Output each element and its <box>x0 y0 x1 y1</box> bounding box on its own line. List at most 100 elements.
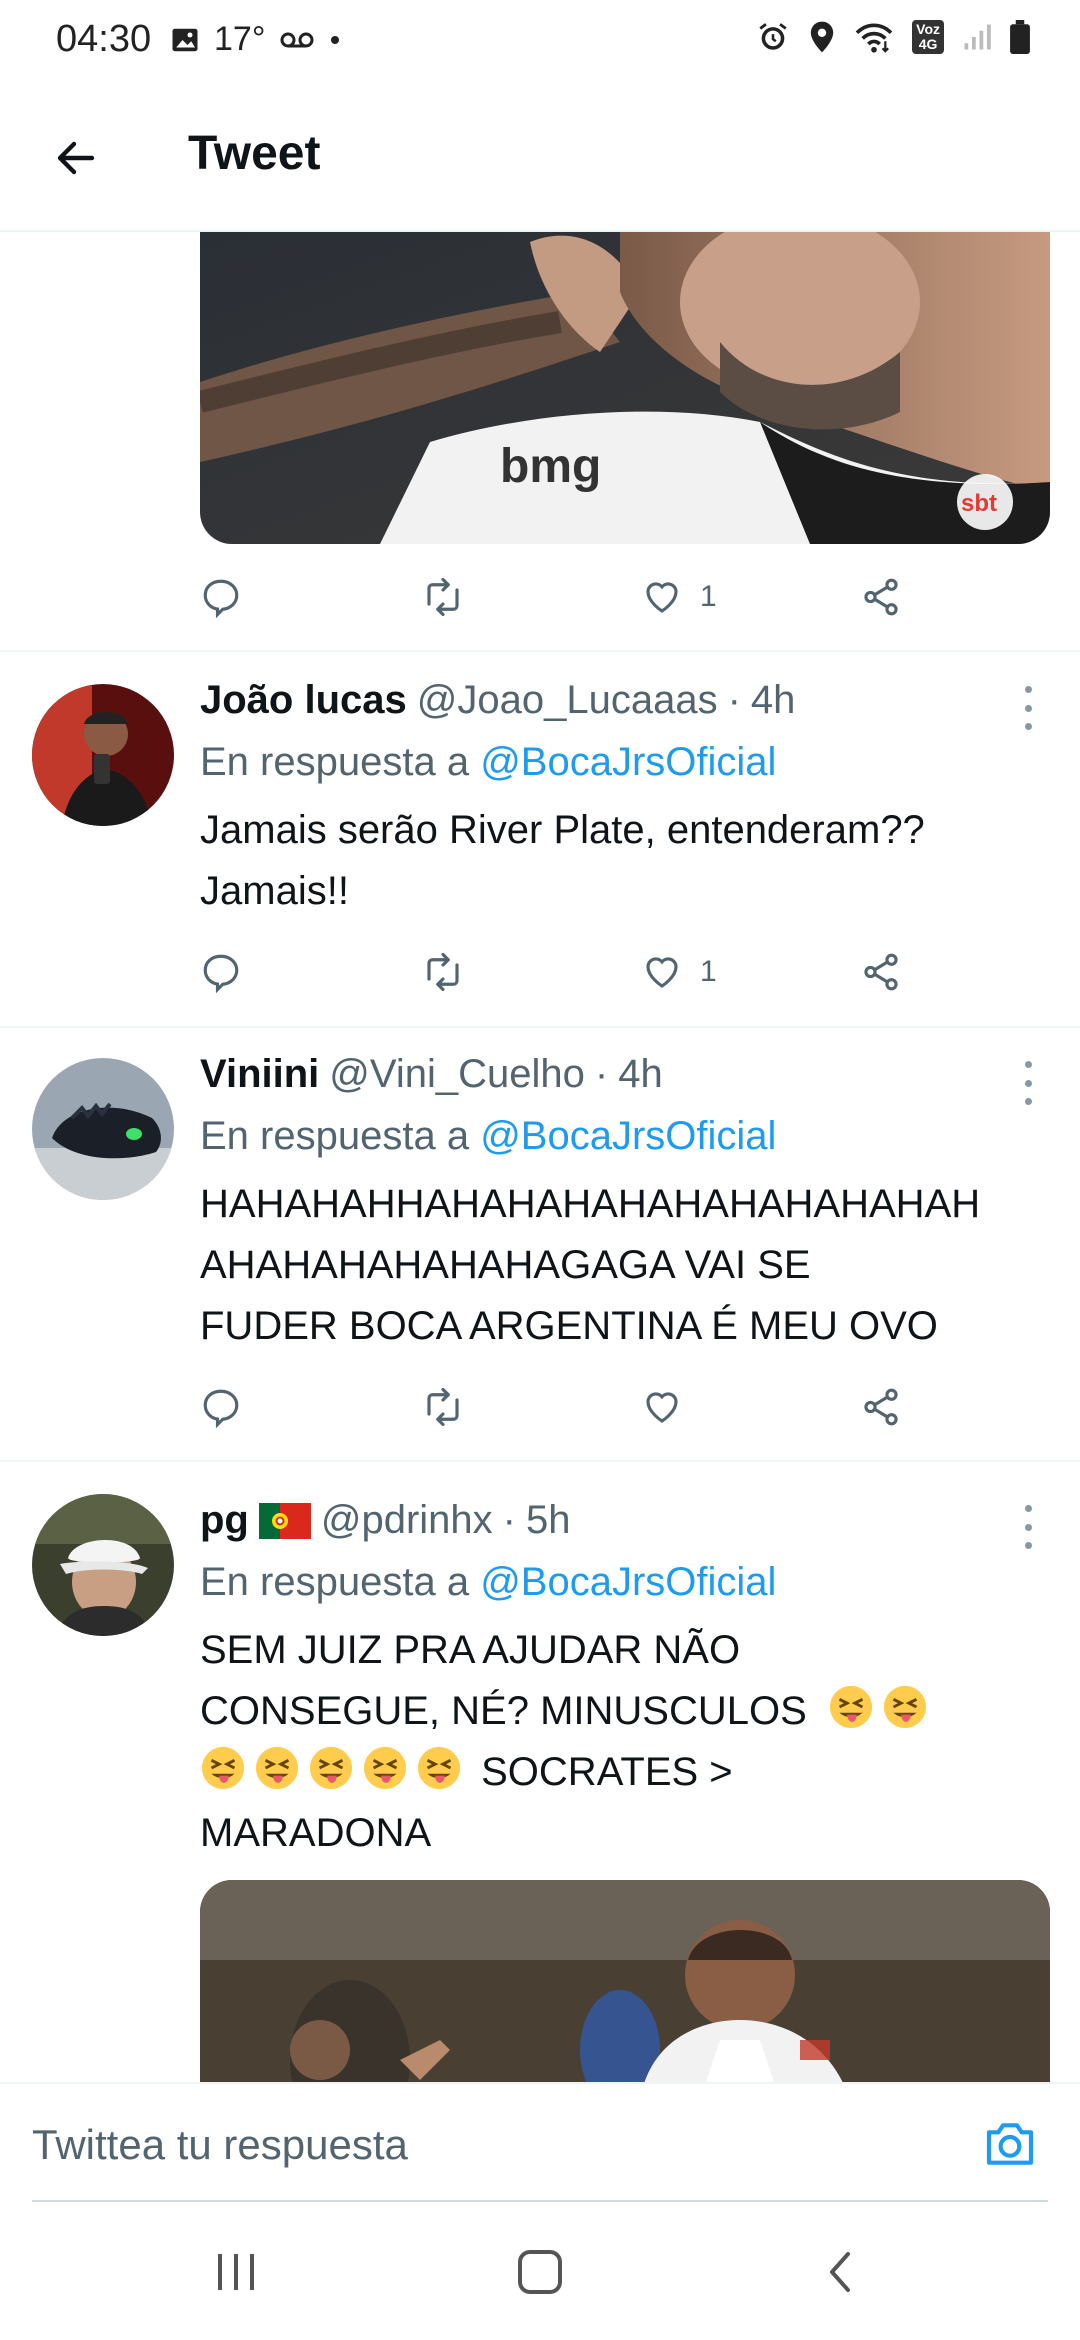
tweet-text-segment: SOCRATES > <box>481 1750 733 1794</box>
user-name[interactable]: Viniini <box>200 1052 319 1097</box>
squinting-tongue-emoji-icon <box>363 1746 407 1790</box>
share-button[interactable] <box>860 562 902 632</box>
reply-mention-link[interactable]: @BocaJrsOficial <box>480 1560 776 1604</box>
home-icon <box>518 2250 562 2294</box>
tweet-text-line: Jamais serão River Plate, entenderam?? <box>200 808 925 852</box>
share-icon <box>864 578 898 616</box>
tweet-text-line: Jamais!! <box>200 869 349 913</box>
action-row <box>200 1372 960 1442</box>
location-icon <box>810 21 834 53</box>
retweet-icon <box>427 1387 459 1427</box>
tweet-text-segment: CONSEGUE, NÉ? MINUSCULOS <box>200 1689 807 1733</box>
tweet-time: 5h <box>526 1498 571 1542</box>
squinting-tongue-emoji-icon <box>829 1685 872 1729</box>
dot-icon <box>331 35 340 44</box>
reply-mention-link[interactable]: @BocaJrsOficial <box>480 1114 776 1158</box>
back-nav-button[interactable] <box>800 2242 880 2302</box>
signal-icon <box>964 24 991 50</box>
voicemail-icon <box>280 32 314 47</box>
media-photo: bmg sbt <box>200 232 1050 544</box>
image-icon <box>172 28 198 51</box>
avatar-photo <box>32 684 174 826</box>
action-row: 1 <box>200 562 960 632</box>
share-button[interactable] <box>860 937 902 1007</box>
temperature: 17° <box>214 20 266 58</box>
share-icon <box>864 953 898 991</box>
user-handle[interactable]: @Vini_Cuelho <box>329 1052 585 1097</box>
retweet-button[interactable] <box>420 1372 466 1442</box>
system-nav-bar <box>0 2204 1080 2340</box>
heart-icon <box>646 582 678 613</box>
tweet-feed[interactable]: bmg sbt 1 João lucas @Joao_Lucaaas · 4h … <box>0 232 1080 2082</box>
tweet-header: Viniini @Vini_Cuelho · 4h <box>200 1052 663 1097</box>
separator: · <box>727 678 741 722</box>
more-options-icon[interactable] <box>1016 1061 1040 1105</box>
recents-button[interactable] <box>196 2242 276 2302</box>
comment-icon <box>203 1389 239 1428</box>
reply-prefix: En respuesta a <box>200 740 470 784</box>
tweet-time: 4h <box>618 1052 663 1096</box>
tweet-text: SEM JUIZ PRA AJUDAR NÃO CONSEGUE, NÉ? MI… <box>200 1620 1050 1864</box>
recents-icon <box>218 2254 254 2290</box>
user-handle[interactable]: @pdrinhx <box>321 1498 493 1543</box>
avatar-photo <box>32 1494 174 1636</box>
status-bar: 04:30 17° Voz 4G <box>0 0 1080 84</box>
camera-icon <box>986 2123 1034 2165</box>
heart-icon <box>646 957 678 988</box>
retweet-button[interactable] <box>420 562 466 632</box>
page-title: Tweet <box>188 127 321 180</box>
like-button[interactable]: 1 <box>640 937 717 1007</box>
tweet-media-image[interactable]: bmg sbt <box>200 232 1050 544</box>
more-options-icon[interactable] <box>1016 1505 1040 1549</box>
reply-button[interactable] <box>200 1372 242 1442</box>
wifi-icon <box>855 23 893 53</box>
tweet-time: 4h <box>750 678 796 722</box>
battery-icon <box>1010 20 1030 54</box>
tweet-media-image[interactable] <box>200 1880 1050 2082</box>
more-options-icon[interactable] <box>1016 686 1040 730</box>
reply-context: En respuesta a @BocaJrsOficial <box>200 1114 776 1159</box>
like-button[interactable] <box>640 1372 700 1442</box>
reply-prefix: En respuesta a <box>200 1114 470 1158</box>
share-button[interactable] <box>860 1372 902 1442</box>
media-photo <box>200 1880 1050 2082</box>
tweet-text-line: SOCRATES > <box>200 1742 1050 1803</box>
like-button[interactable]: 1 <box>640 562 717 632</box>
share-icon <box>864 1388 898 1426</box>
comment-icon <box>203 579 239 618</box>
reply-composer: Twittea tu respuesta <box>0 2082 1080 2202</box>
reply-context: En respuesta a @BocaJrsOficial <box>200 740 776 785</box>
tweet-text-line: HAHAHAHHAHAHAHAHAHAHAHAHAHAH <box>200 1182 981 1226</box>
reply-input[interactable]: Twittea tu respuesta <box>32 2110 972 2180</box>
heart-icon <box>646 1392 678 1423</box>
svg-text:sbt: sbt <box>961 490 997 517</box>
retweet-button[interactable] <box>420 937 466 1007</box>
back-button[interactable] <box>40 122 112 194</box>
user-handle[interactable]: @Joao_Lucaaas <box>417 678 718 723</box>
svg-text:bmg: bmg <box>500 440 601 493</box>
status-left-icons: 17° <box>170 20 341 59</box>
avatar[interactable] <box>32 684 174 826</box>
reply-button[interactable] <box>200 562 242 632</box>
user-name[interactable]: João lucas <box>200 678 407 723</box>
avatar[interactable] <box>32 1058 174 1200</box>
tweet-header: pg @pdrinhx · 5h <box>200 1498 571 1543</box>
avatar[interactable] <box>32 1494 174 1636</box>
divider <box>0 1460 1080 1462</box>
avatar-photo <box>32 1058 174 1200</box>
reply-mention-link[interactable]: @BocaJrsOficial <box>480 740 776 784</box>
home-button[interactable] <box>500 2242 580 2302</box>
separator: · <box>502 1498 516 1542</box>
tweet-text-line: SEM JUIZ PRA AJUDAR NÃO <box>200 1628 741 1672</box>
divider <box>0 1026 1080 1028</box>
avatar[interactable] <box>32 916 174 1058</box>
camera-button[interactable] <box>974 2108 1046 2180</box>
retweet-icon <box>427 577 459 617</box>
tweet-text-line: MARADONA <box>200 1811 432 1855</box>
squinting-tongue-emoji-icon <box>309 1746 353 1790</box>
separator: · <box>594 1052 609 1096</box>
reply-button[interactable] <box>200 937 242 1007</box>
user-name[interactable]: pg <box>200 1498 249 1543</box>
tweet-text-line: FUDER BOCA ARGENTINA É MEU OVO <box>200 1304 938 1348</box>
squinting-tongue-emoji-icon <box>201 1746 245 1790</box>
